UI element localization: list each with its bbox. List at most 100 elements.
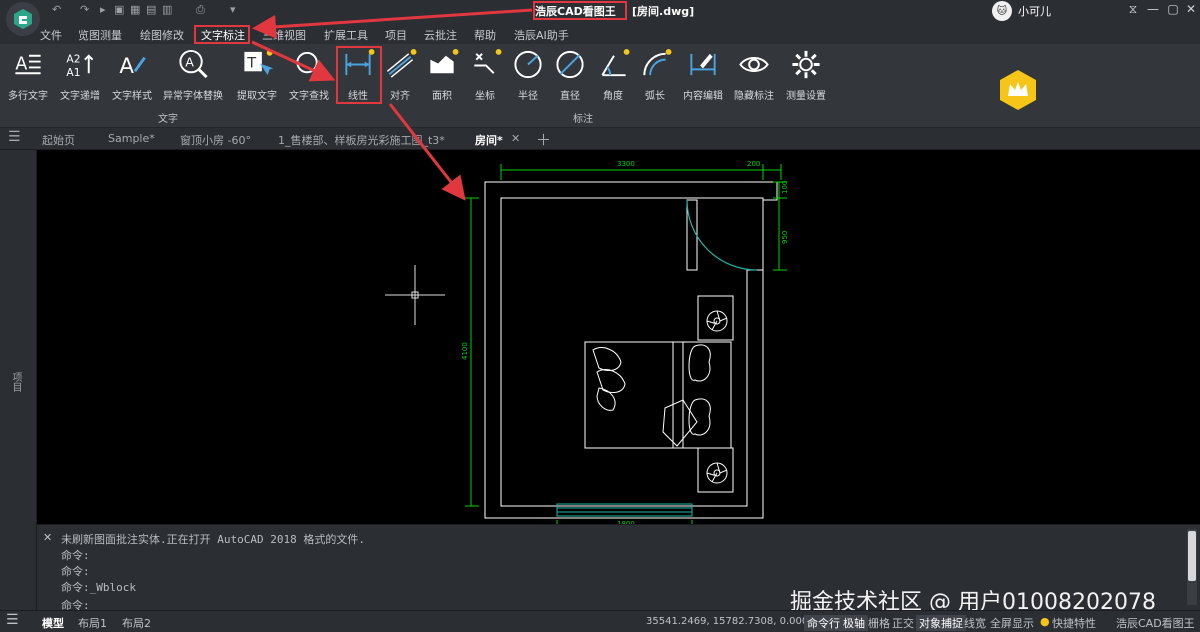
- tool-mtext[interactable]: A 多行文字: [6, 48, 50, 102]
- command-scrollbar[interactable]: [1187, 529, 1197, 605]
- menu-cloud-annotate[interactable]: 云批注: [424, 27, 457, 43]
- command-history-line: 命令:_Wblock: [61, 581, 136, 594]
- menu-draw-modify[interactable]: 绘图修改: [140, 27, 184, 43]
- status-bar: ☰ 模型 布局1 布局2 35541.2469, 15782.7308, 0.0…: [0, 610, 1200, 632]
- tool-area[interactable]: 面积: [424, 48, 460, 102]
- toggle-polar[interactable]: 极轴: [840, 615, 868, 631]
- export-icon[interactable]: ▦: [130, 3, 140, 16]
- redo-icon[interactable]: ↷: [80, 3, 89, 16]
- angle-icon: [601, 48, 630, 77]
- mode-icon[interactable]: ⧖: [1124, 2, 1142, 17]
- extract-text-icon: T: [244, 49, 274, 76]
- tool-content-edit[interactable]: 内容编辑: [680, 48, 726, 102]
- toggle-lineweight[interactable]: 线宽: [964, 615, 986, 631]
- menu-file[interactable]: 文件: [40, 27, 62, 43]
- status-menu-icon[interactable]: ☰: [6, 612, 19, 628]
- tab-sample[interactable]: Sample*: [108, 132, 155, 145]
- floor-plan-drawing[interactable]: 3300 200 100 950 4100 1800: [37, 150, 1200, 534]
- command-history-line: 未刷新图面批注实体.正在打开 AutoCAD 2018 格式的文件.: [61, 533, 365, 546]
- minimize-button[interactable]: —: [1144, 2, 1162, 16]
- menu-extend-tools[interactable]: 扩展工具: [324, 27, 368, 43]
- tool-ordinate-dim[interactable]: 坐标: [466, 48, 504, 102]
- menu-text-annotation[interactable]: 文字标注: [201, 27, 245, 43]
- user-name[interactable]: 小可儿: [1018, 3, 1051, 19]
- tool-find-text[interactable]: 文字查找: [286, 48, 332, 102]
- scrollbar-thumb[interactable]: [1188, 531, 1196, 581]
- app-title: 浩辰CAD看图王: [535, 5, 616, 18]
- tab-room[interactable]: 房间*: [475, 132, 503, 148]
- door: [686, 199, 764, 271]
- toggle-osnap[interactable]: 对象捕捉: [916, 615, 966, 631]
- nightstand-bottom: [697, 447, 734, 493]
- open-icon[interactable]: ▸: [100, 3, 106, 16]
- document-tab-bar: ☰ 起始页 Sample* 窗顶小房 -60° 1_售楼部、样板房光彩施工图_t…: [0, 128, 1200, 150]
- text-group-label: 文字: [158, 114, 178, 125]
- linear-dim-icon: [345, 48, 375, 76]
- mtext-icon: A: [15, 54, 41, 74]
- tab-sales-office[interactable]: 1_售楼部、样板房光彩施工图_t3*: [278, 132, 445, 148]
- print-icon[interactable]: ⎙: [196, 3, 205, 17]
- dim-text-right-door: 950: [781, 231, 789, 244]
- dim-text-top-width: 3300: [617, 160, 635, 168]
- restore-button[interactable]: ▢: [1164, 2, 1182, 16]
- tab-layout1[interactable]: 布局1: [78, 615, 107, 631]
- dim-text-left-height: 4100: [461, 342, 469, 360]
- save-as-icon[interactable]: ▤: [146, 3, 156, 16]
- text-increment-icon: A2A1: [66, 53, 94, 79]
- svg-text:A1: A1: [66, 66, 80, 79]
- tool-angle-dim[interactable]: 角度: [594, 48, 632, 102]
- tab-start-page[interactable]: 起始页: [42, 132, 75, 148]
- tab-menu-icon[interactable]: ☰: [8, 129, 21, 145]
- ordinate-dim-icon: [474, 48, 502, 74]
- ribbon: A 多行文字 A2 A1 文字递增 A 文字样式 A 异常字体替换 T 提取文字 …: [0, 44, 1200, 128]
- menu-help[interactable]: 帮助: [474, 27, 496, 43]
- app-logo-icon[interactable]: [6, 2, 40, 36]
- tool-arc-length[interactable]: 弧长: [636, 48, 674, 102]
- tool-linear-dim[interactable]: 线性: [338, 48, 378, 102]
- file-title: [房间.dwg]: [632, 5, 695, 18]
- menu-ai-assistant[interactable]: 浩辰AI助手: [514, 27, 569, 43]
- close-button[interactable]: ✕: [1182, 2, 1200, 16]
- toggle-command-row[interactable]: 命令行: [804, 615, 843, 631]
- convert-icon[interactable]: ▥: [162, 3, 172, 16]
- tool-radius-dim[interactable]: 半径: [510, 48, 546, 102]
- crosshair-cursor: [385, 265, 445, 325]
- command-history-line: 命令:: [61, 565, 90, 578]
- tool-diameter-dim[interactable]: 直径: [552, 48, 588, 102]
- tool-hide-dim[interactable]: 隐藏标注: [730, 48, 778, 102]
- toggle-quick-props[interactable]: 快捷特性: [1052, 615, 1096, 631]
- tab-model[interactable]: 模型: [42, 615, 64, 631]
- menu-3d-view[interactable]: 三维视图: [262, 27, 306, 43]
- undo-icon[interactable]: ↶: [52, 3, 61, 16]
- customize-dropdown-icon[interactable]: ▾: [230, 3, 236, 16]
- status-brand: 浩辰CAD看图王: [1116, 617, 1195, 630]
- tab-layout2[interactable]: 布局2: [122, 615, 151, 631]
- tool-font-replace[interactable]: A 异常字体替换: [160, 48, 226, 102]
- area-icon: [430, 48, 459, 74]
- command-close-icon[interactable]: ✕: [43, 531, 52, 544]
- vip-crown-icon[interactable]: [998, 68, 1038, 112]
- new-tab-icon[interactable]: ＋: [536, 129, 551, 150]
- dim-text-right-top: 100: [781, 181, 789, 194]
- side-panel-label[interactable]: 项目: [8, 372, 23, 392]
- svg-text:A: A: [119, 54, 134, 79]
- toggle-grid[interactable]: 栅格: [868, 615, 890, 631]
- toggle-fullscreen[interactable]: 全屏显示: [990, 615, 1034, 631]
- user-avatar[interactable]: 🐱: [992, 1, 1012, 21]
- menu-view-measure[interactable]: 览图测量: [78, 27, 122, 43]
- font-replace-icon: A: [179, 49, 208, 79]
- save-icon[interactable]: ▣: [114, 3, 124, 16]
- drawing-canvas[interactable]: 3300 200 100 950 4100 1800: [37, 150, 1200, 534]
- toggle-ortho[interactable]: 正交: [892, 615, 914, 631]
- tool-extract-text[interactable]: T 提取文字: [234, 48, 280, 102]
- tool-text-style[interactable]: A 文字样式: [110, 48, 154, 102]
- tool-text-increment[interactable]: A2 A1 文字递增: [58, 48, 102, 102]
- cursor-coordinates: 35541.2469, 15782.7308, 0.0000: [646, 616, 815, 627]
- tool-aligned-dim[interactable]: 对齐: [382, 48, 418, 102]
- title-bar: ↶ ↷ ▸ ▣ ▦ ▤ ▥ ⎙ ▾ 浩辰CAD看图王 [房间.dwg] 🐱 小可…: [0, 0, 1200, 36]
- tab-close-icon[interactable]: ✕: [511, 132, 520, 145]
- tab-window-room[interactable]: 窗顶小房 -60°: [180, 132, 251, 148]
- text-style-icon: A: [119, 54, 146, 79]
- menu-project[interactable]: 项目: [385, 27, 407, 43]
- tool-measure-settings[interactable]: 测量设置: [782, 48, 830, 102]
